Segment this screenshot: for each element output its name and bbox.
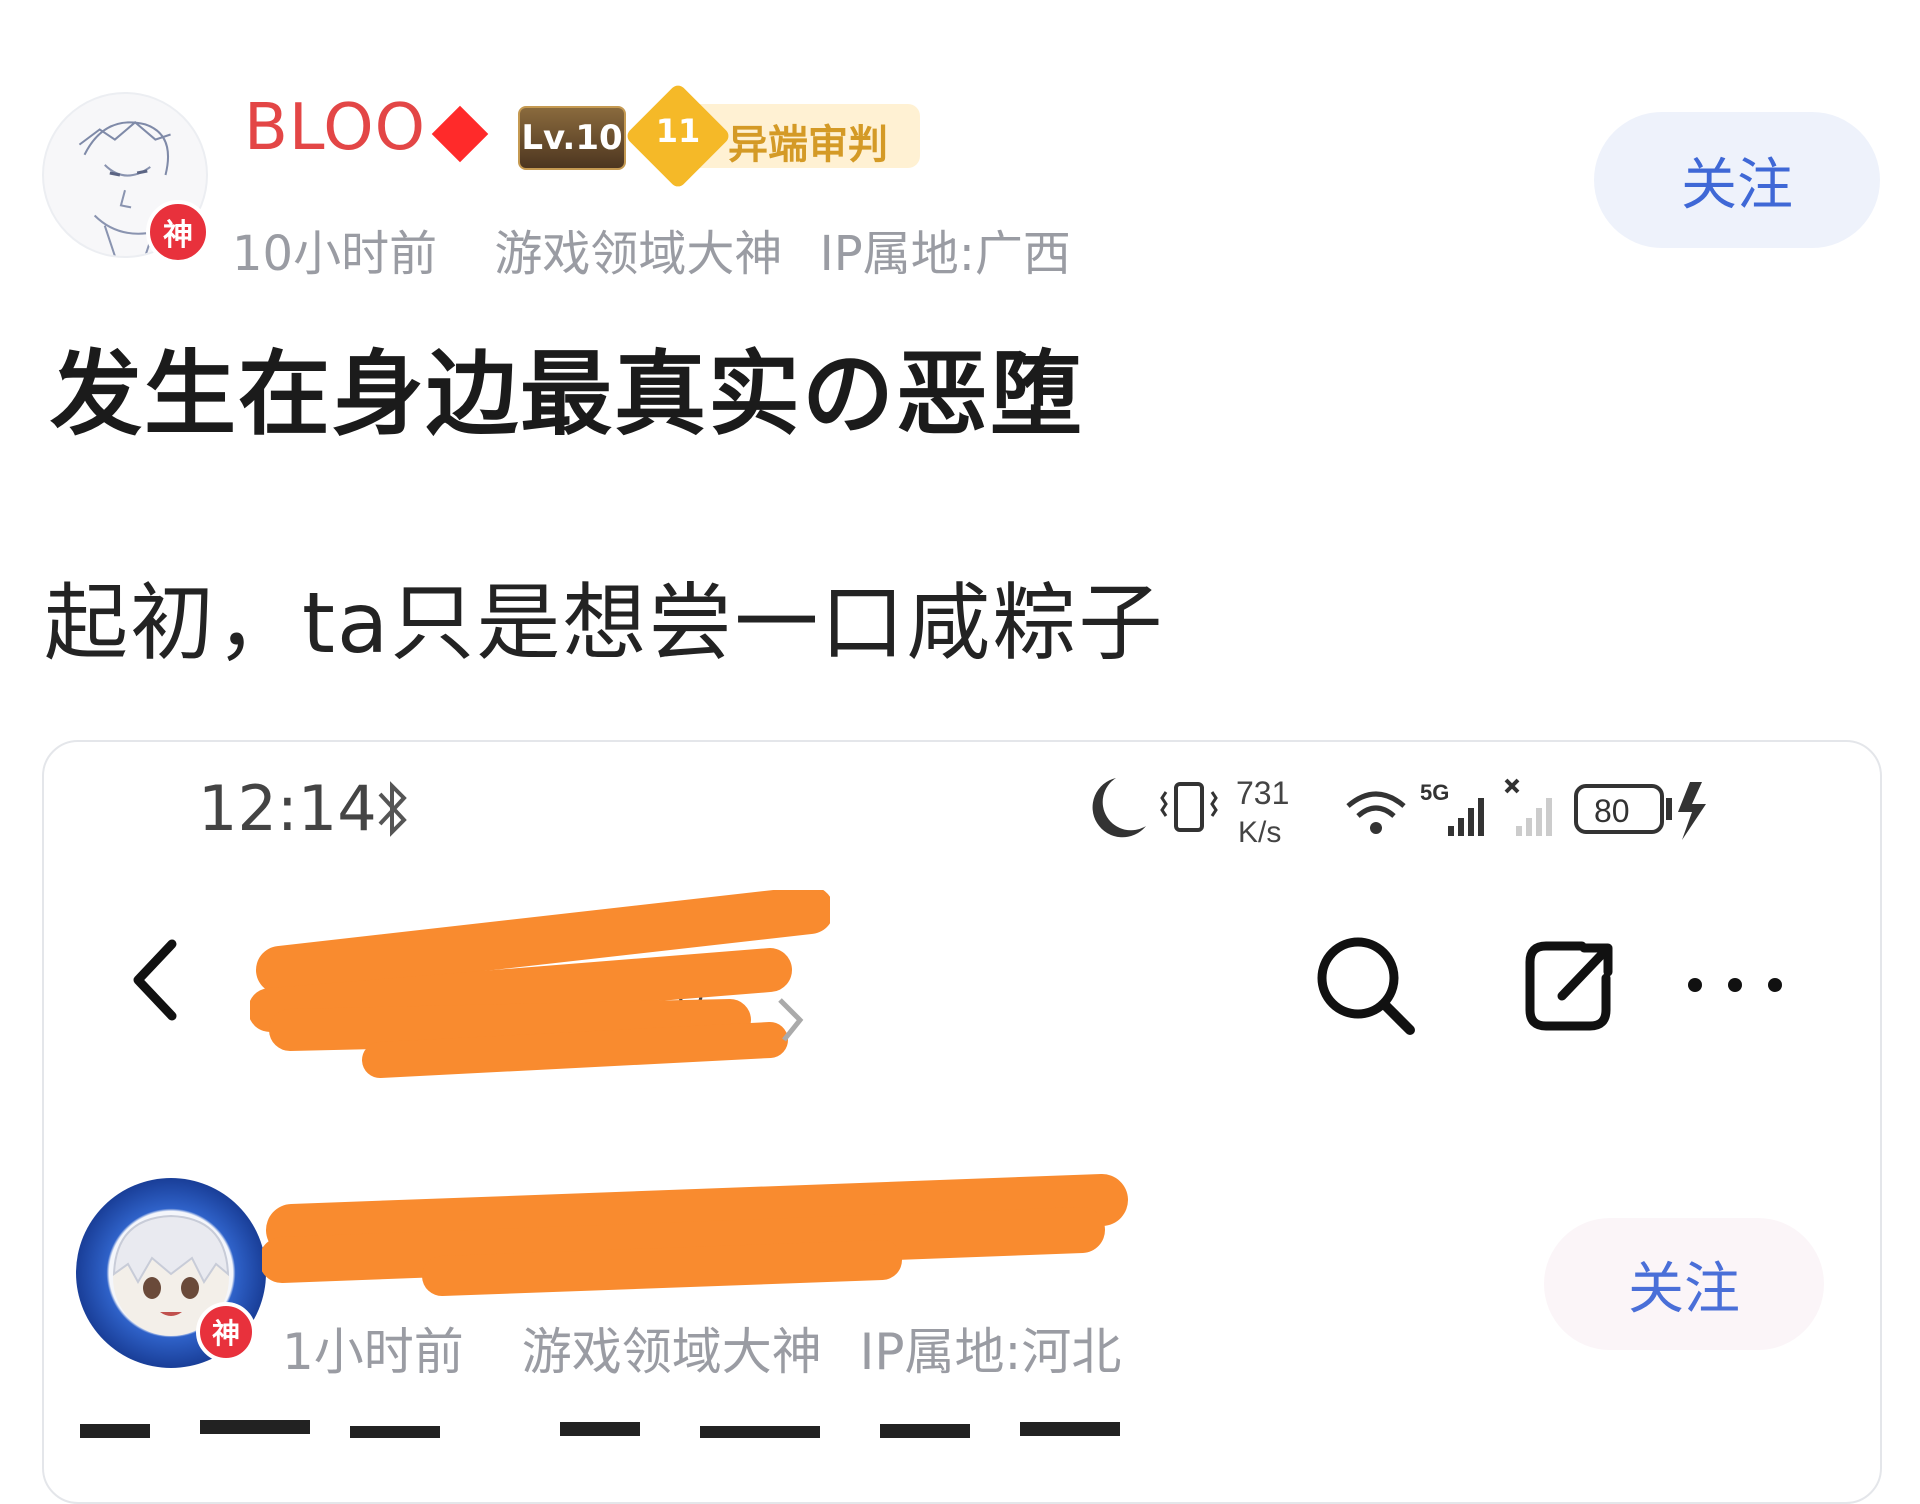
net-speed-unit: K/s: [1238, 816, 1281, 849]
back-icon[interactable]: [120, 930, 190, 1030]
title-badge-label: 异端审判: [728, 122, 888, 168]
status-icons: 731 K/s 5G 80: [1092, 775, 1706, 849]
share-icon[interactable]: [1520, 930, 1620, 1040]
post-meta: 10小时前 游戏领域大神 IP属地:广西: [232, 214, 1113, 284]
post-body: 起初，ta只是想尝一口咸粽子: [44, 574, 1165, 672]
more-icon[interactable]: [1680, 970, 1790, 1000]
embedded-screenshot[interactable]: [42, 740, 1882, 1504]
sub-god-badge: 神: [196, 1302, 256, 1362]
follow-button[interactable]: 关注: [1594, 112, 1880, 248]
net-speed-value: 731: [1236, 775, 1289, 811]
post-time: 10小时前: [232, 226, 438, 282]
god-badge: 神: [146, 200, 210, 264]
author-name[interactable]: BLOO: [244, 96, 426, 160]
battery-level: 80: [1594, 793, 1630, 829]
wifi-icon: [1346, 791, 1406, 834]
author-tag: 游戏领域大神: [494, 226, 783, 282]
network-type: 5G: [1420, 780, 1449, 805]
redaction-scribble: [250, 890, 830, 1078]
title-badge-number: 11: [655, 112, 701, 150]
charging-icon: [1678, 782, 1706, 840]
bluetooth-icon: [378, 781, 407, 837]
sub-ip-location: IP属地:河北: [859, 1323, 1122, 1381]
status-time: 12:14: [198, 772, 377, 845]
moon-icon: [1092, 778, 1146, 838]
post-title: 发生在身边最真实の恶堕: [50, 341, 1085, 448]
sub-post-time: 1小时前: [282, 1323, 464, 1381]
redaction-scribble-2: [262, 1174, 1128, 1296]
level-badge: Lv.10: [518, 106, 626, 170]
signal-icon: [1448, 798, 1484, 836]
sub-follow-button[interactable]: 关注: [1544, 1218, 1824, 1350]
diamond-icon: [431, 105, 489, 163]
sub-author-tag: 游戏领域大神: [521, 1323, 822, 1381]
sub-post-meta: 1小时前 游戏领域大神 IP属地:河北: [282, 1312, 1163, 1384]
signal-off-icon: [1504, 778, 1552, 836]
vibrate-icon: [1160, 782, 1218, 832]
ip-location: IP属地:广西: [819, 226, 1071, 282]
search-icon[interactable]: [1310, 930, 1420, 1040]
cutoff-text-fragment: [80, 1420, 1120, 1438]
battery-icon: 80: [1574, 784, 1672, 834]
